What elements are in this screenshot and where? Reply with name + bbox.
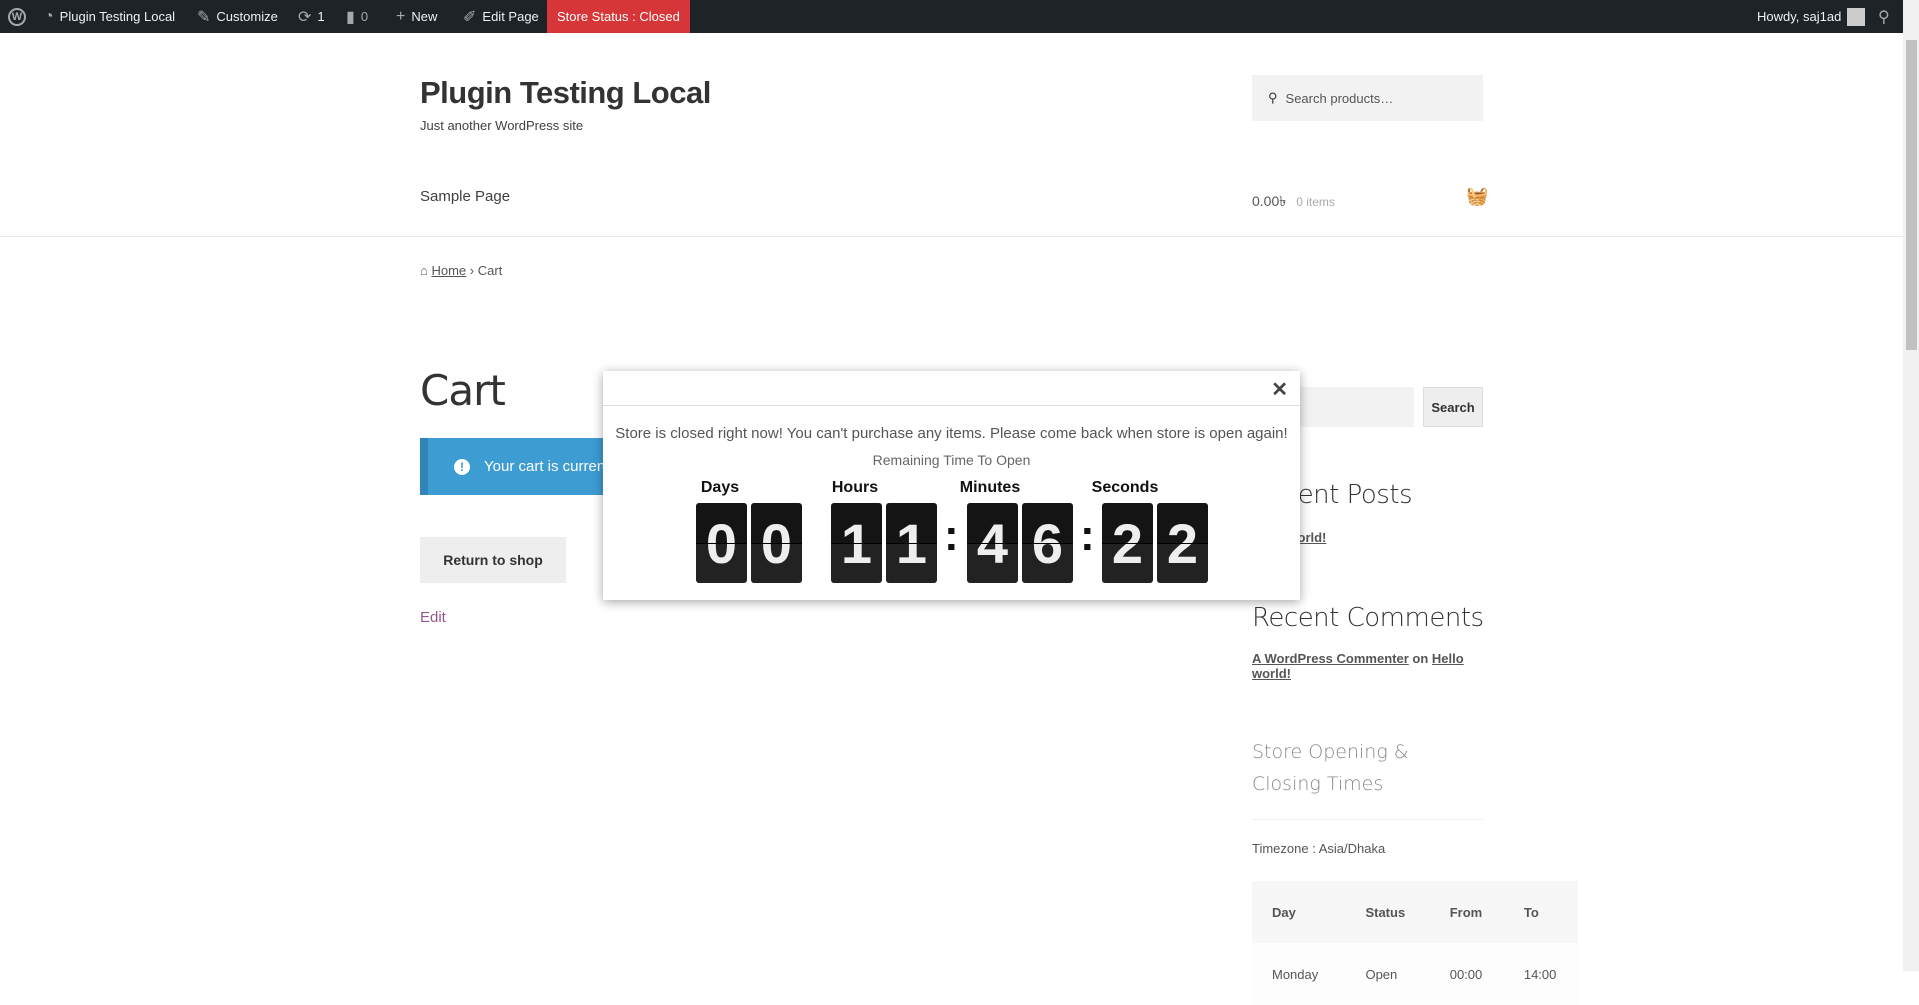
- store-times-title: Store Opening & Closing Times: [1252, 741, 1409, 795]
- admin-bar: W ◔ Plugin Testing Local ✎ Customize ⟳ 1 ▮ 0…: [0, 0, 1919, 33]
- page-title: Cart: [420, 366, 506, 415]
- colon-separator: :: [944, 511, 959, 560]
- nav-sample-page[interactable]: Sample Page: [420, 188, 510, 205]
- scrollbar-thumb[interactable]: [1906, 40, 1917, 350]
- search-icon[interactable]: ⚲: [1878, 0, 1890, 33]
- brush-icon: ✎: [197, 8, 211, 26]
- remaining-label: Remaining Time To Open: [872, 452, 1031, 468]
- comments-link[interactable]: ▮ 0: [346, 0, 368, 33]
- digit-seconds-1: 2: [1102, 503, 1153, 583]
- digit-minutes-1: 4: [967, 503, 1018, 583]
- cell-day: Monday: [1252, 943, 1346, 1005]
- site-tagline: Just another WordPress site: [420, 118, 584, 133]
- col-day: Day: [1252, 881, 1346, 943]
- edit-page-label: Edit Page: [482, 9, 539, 24]
- digit-hours-1: 1: [831, 503, 882, 583]
- on-text: on: [1412, 651, 1429, 666]
- sidebar-search-button[interactable]: Search: [1423, 387, 1483, 427]
- plus-icon: +: [396, 7, 406, 25]
- basket-icon[interactable]: 🧺: [1466, 186, 1488, 207]
- header-divider: [0, 236, 1903, 237]
- customize-link[interactable]: ✎ Customize: [197, 0, 278, 33]
- store-closed-modal: ✕ Store is closed right now! You can't p…: [603, 371, 1300, 600]
- closed-message: Store is closed right now! You can't pur…: [615, 425, 1288, 442]
- header-cart[interactable]: 0.00৳ 0 items: [1252, 190, 1335, 214]
- cell-from: 00:00: [1429, 943, 1504, 1005]
- modal-header: ✕: [603, 371, 1300, 406]
- recent-comment: A WordPress Commenter on Hello world!: [1252, 651, 1482, 681]
- digit-days-1: 0: [696, 503, 747, 583]
- refresh-icon: ⟳: [298, 8, 312, 26]
- table-row: Monday Open 00:00 14:00: [1252, 943, 1578, 1005]
- seconds-label: Seconds: [1091, 479, 1159, 496]
- site-label: Plugin Testing Local: [59, 9, 176, 24]
- days-label: Days: [700, 479, 740, 496]
- breadcrumb-home[interactable]: Home: [431, 263, 466, 278]
- updates-link[interactable]: ⟳ 1: [298, 0, 325, 33]
- comments-count: 0: [360, 9, 369, 24]
- updates-count: 1: [317, 9, 325, 24]
- wordpress-logo-icon[interactable]: W: [8, 0, 26, 33]
- customize-label: Customize: [216, 9, 278, 24]
- divider: [1252, 819, 1483, 820]
- info-icon: !: [454, 458, 470, 475]
- new-label: New: [411, 9, 438, 24]
- store-hours-table: Day Status From To Monday Open 00:00 14:00: [1252, 881, 1578, 1005]
- dashboard-icon: ◔: [44, 7, 54, 25]
- store-status-badge[interactable]: Store Status : Closed: [547, 0, 690, 33]
- breadcrumb-current: Cart: [477, 263, 503, 278]
- table-header-row: Day Status From To: [1252, 881, 1578, 943]
- breadcrumb: ⌂ Home › Cart: [420, 263, 503, 278]
- edit-page-link[interactable]: ✐ Edit Page: [463, 0, 539, 33]
- col-status: Status: [1345, 881, 1430, 943]
- pencil-icon: ✐: [463, 8, 477, 26]
- cell-status: Open: [1345, 943, 1430, 1005]
- admin-site-link[interactable]: ◔ Plugin Testing Local: [44, 0, 175, 33]
- edit-link[interactable]: Edit: [420, 609, 446, 626]
- cart-items-count: 0 items: [1296, 195, 1335, 209]
- timezone: Timezone : Asia/Dhaka: [1252, 841, 1386, 856]
- col-from: From: [1429, 881, 1504, 943]
- digit-days-2: 0: [751, 503, 802, 583]
- howdy-label: Howdy, saj1ad: [1757, 9, 1842, 24]
- recent-comments-title: Recent Comments: [1252, 603, 1484, 633]
- minutes-label: Minutes: [959, 479, 1021, 496]
- commenter-link[interactable]: A WordPress Commenter: [1252, 651, 1409, 666]
- cart-total: 0.00৳: [1252, 193, 1287, 209]
- product-search-input[interactable]: ⚲ Search products…: [1252, 75, 1483, 121]
- cell-to: 14:00: [1503, 943, 1578, 1005]
- digit-minutes-2: 6: [1022, 503, 1073, 583]
- colon-separator: :: [1080, 511, 1095, 560]
- digit-hours-2: 1: [886, 503, 937, 583]
- hours-label: Hours: [831, 479, 879, 496]
- col-to: To: [1503, 881, 1578, 943]
- comment-icon: ▮: [346, 8, 355, 26]
- digit-seconds-2: 2: [1157, 503, 1208, 583]
- site-title[interactable]: Plugin Testing Local: [420, 75, 711, 111]
- home-icon: ⌂: [420, 263, 428, 278]
- search-icon: ⚲: [1268, 90, 1278, 105]
- search-placeholder: Search products…: [1285, 90, 1394, 106]
- avatar: [1847, 7, 1866, 26]
- new-link[interactable]: + New: [396, 0, 437, 33]
- return-to-shop-button[interactable]: Return to shop: [420, 537, 566, 583]
- close-icon[interactable]: ✕: [1271, 377, 1288, 402]
- account-menu[interactable]: Howdy, saj1ad: [1757, 0, 1866, 33]
